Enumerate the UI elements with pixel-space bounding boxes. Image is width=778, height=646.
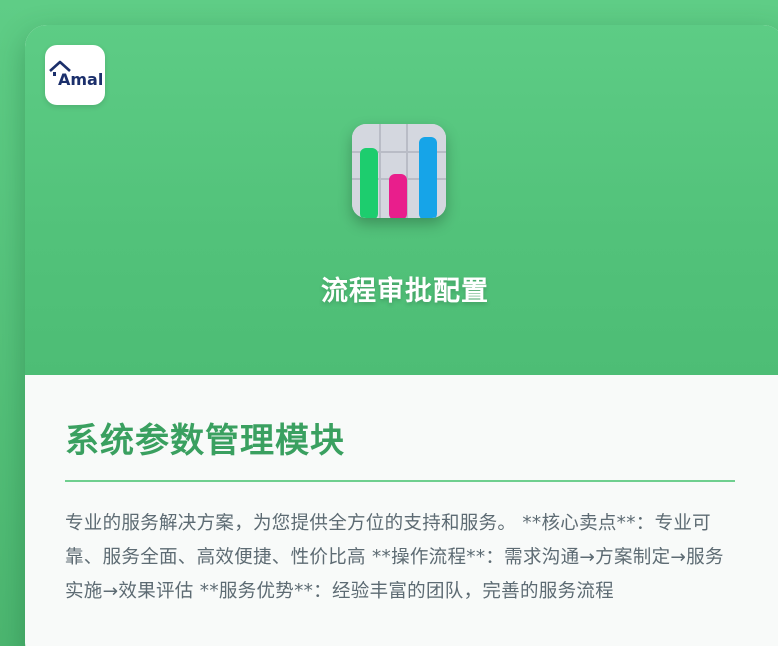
house-roof-logo-icon: Amall [49,60,103,89]
section-title: 系统参数管理模块 [65,421,345,461]
bar-chart-icon [352,124,446,218]
hero-title: 流程审批配置 [321,276,489,307]
logo-text: Amall [58,70,103,89]
description-text: 专业的服务解决方案，为您提供全方位的支持和服务。 **核心卖点**：专业可靠、服… [65,513,724,602]
brand-logo[interactable]: Amall [45,45,105,105]
content-section: 系统参数管理模块 专业的服务解决方案，为您提供全方位的支持和服务。 **核心卖点… [65,375,735,609]
hero-banner: Amall 流程审批配置 [25,25,778,375]
card: Amall 流程审批配置 系统参数管理模块 专业的服务解决方案，为您提供全方位的… [25,25,778,646]
title-divider [65,480,735,482]
